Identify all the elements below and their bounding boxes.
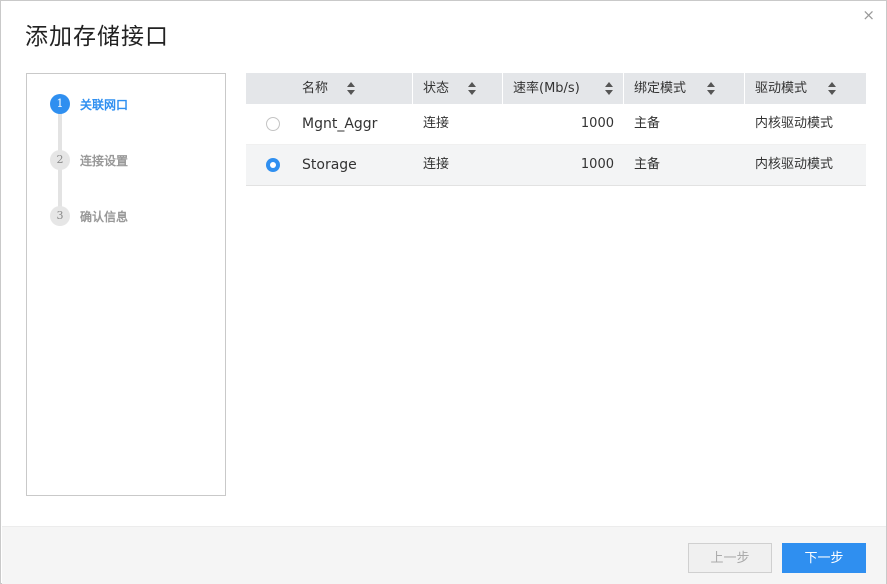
cell-driver-mode: 内核驱动模式	[755, 157, 834, 172]
row-radio[interactable]	[266, 117, 280, 131]
wizard-steps-panel: 1 关联网口 2 连接设置 3 确认信息	[26, 73, 226, 496]
step-label: 确认信息	[80, 210, 129, 224]
column-divider	[623, 73, 624, 104]
sort-icon[interactable]	[707, 82, 715, 95]
cell-status: 连接	[423, 116, 450, 131]
column-divider	[412, 73, 413, 104]
sort-icon[interactable]	[605, 82, 613, 95]
step-label: 关联网口	[80, 98, 129, 112]
step-number: 2	[50, 150, 70, 170]
column-header-bond-mode[interactable]: 绑定模式	[634, 73, 686, 104]
column-header-driver-mode[interactable]: 驱动模式	[755, 73, 807, 104]
sort-icon[interactable]	[828, 82, 836, 95]
cell-speed: 1000	[580, 116, 614, 131]
cell-bond-mode: 主备	[634, 157, 661, 172]
cell-driver-mode: 内核驱动模式	[755, 116, 834, 131]
cell-name: Storage	[302, 157, 357, 173]
close-icon[interactable]: ×	[862, 6, 875, 24]
sort-icon[interactable]	[468, 82, 476, 95]
cell-status: 连接	[423, 157, 450, 172]
next-step-button[interactable]: 下一步	[782, 543, 866, 573]
sort-icon[interactable]	[347, 82, 355, 95]
dialog-title: 添加存储接口	[25, 24, 169, 50]
step-number: 3	[50, 206, 70, 226]
table-header: 名称 状态 速率(Mb/s) 绑定模式 驱动模式	[246, 73, 866, 104]
add-storage-interface-dialog: 添加存储接口 × 1 关联网口 2 连接设置 3 确认信息 名称 状态 速率(M…	[0, 0, 887, 584]
table-row[interactable]: Storage 连接 1000 主备 内核驱动模式	[246, 145, 866, 186]
previous-step-button[interactable]: 上一步	[688, 543, 772, 573]
table-row[interactable]: Mgnt_Aggr 连接 1000 主备 内核驱动模式	[246, 104, 866, 145]
row-radio[interactable]	[266, 158, 280, 172]
dialog-footer: 上一步 下一步	[2, 526, 886, 584]
column-divider	[502, 73, 503, 104]
step-label: 连接设置	[80, 154, 129, 168]
cell-name: Mgnt_Aggr	[302, 116, 378, 132]
column-header-speed[interactable]: 速率(Mb/s)	[513, 73, 580, 104]
nic-table: 名称 状态 速率(Mb/s) 绑定模式 驱动模式 Mgnt_Aggr 连接 10…	[246, 73, 866, 186]
cell-bond-mode: 主备	[634, 116, 661, 131]
column-divider	[744, 73, 745, 104]
cell-speed: 1000	[580, 157, 614, 172]
column-header-status[interactable]: 状态	[423, 73, 449, 104]
step-number: 1	[50, 94, 70, 114]
column-header-name[interactable]: 名称	[302, 73, 328, 104]
